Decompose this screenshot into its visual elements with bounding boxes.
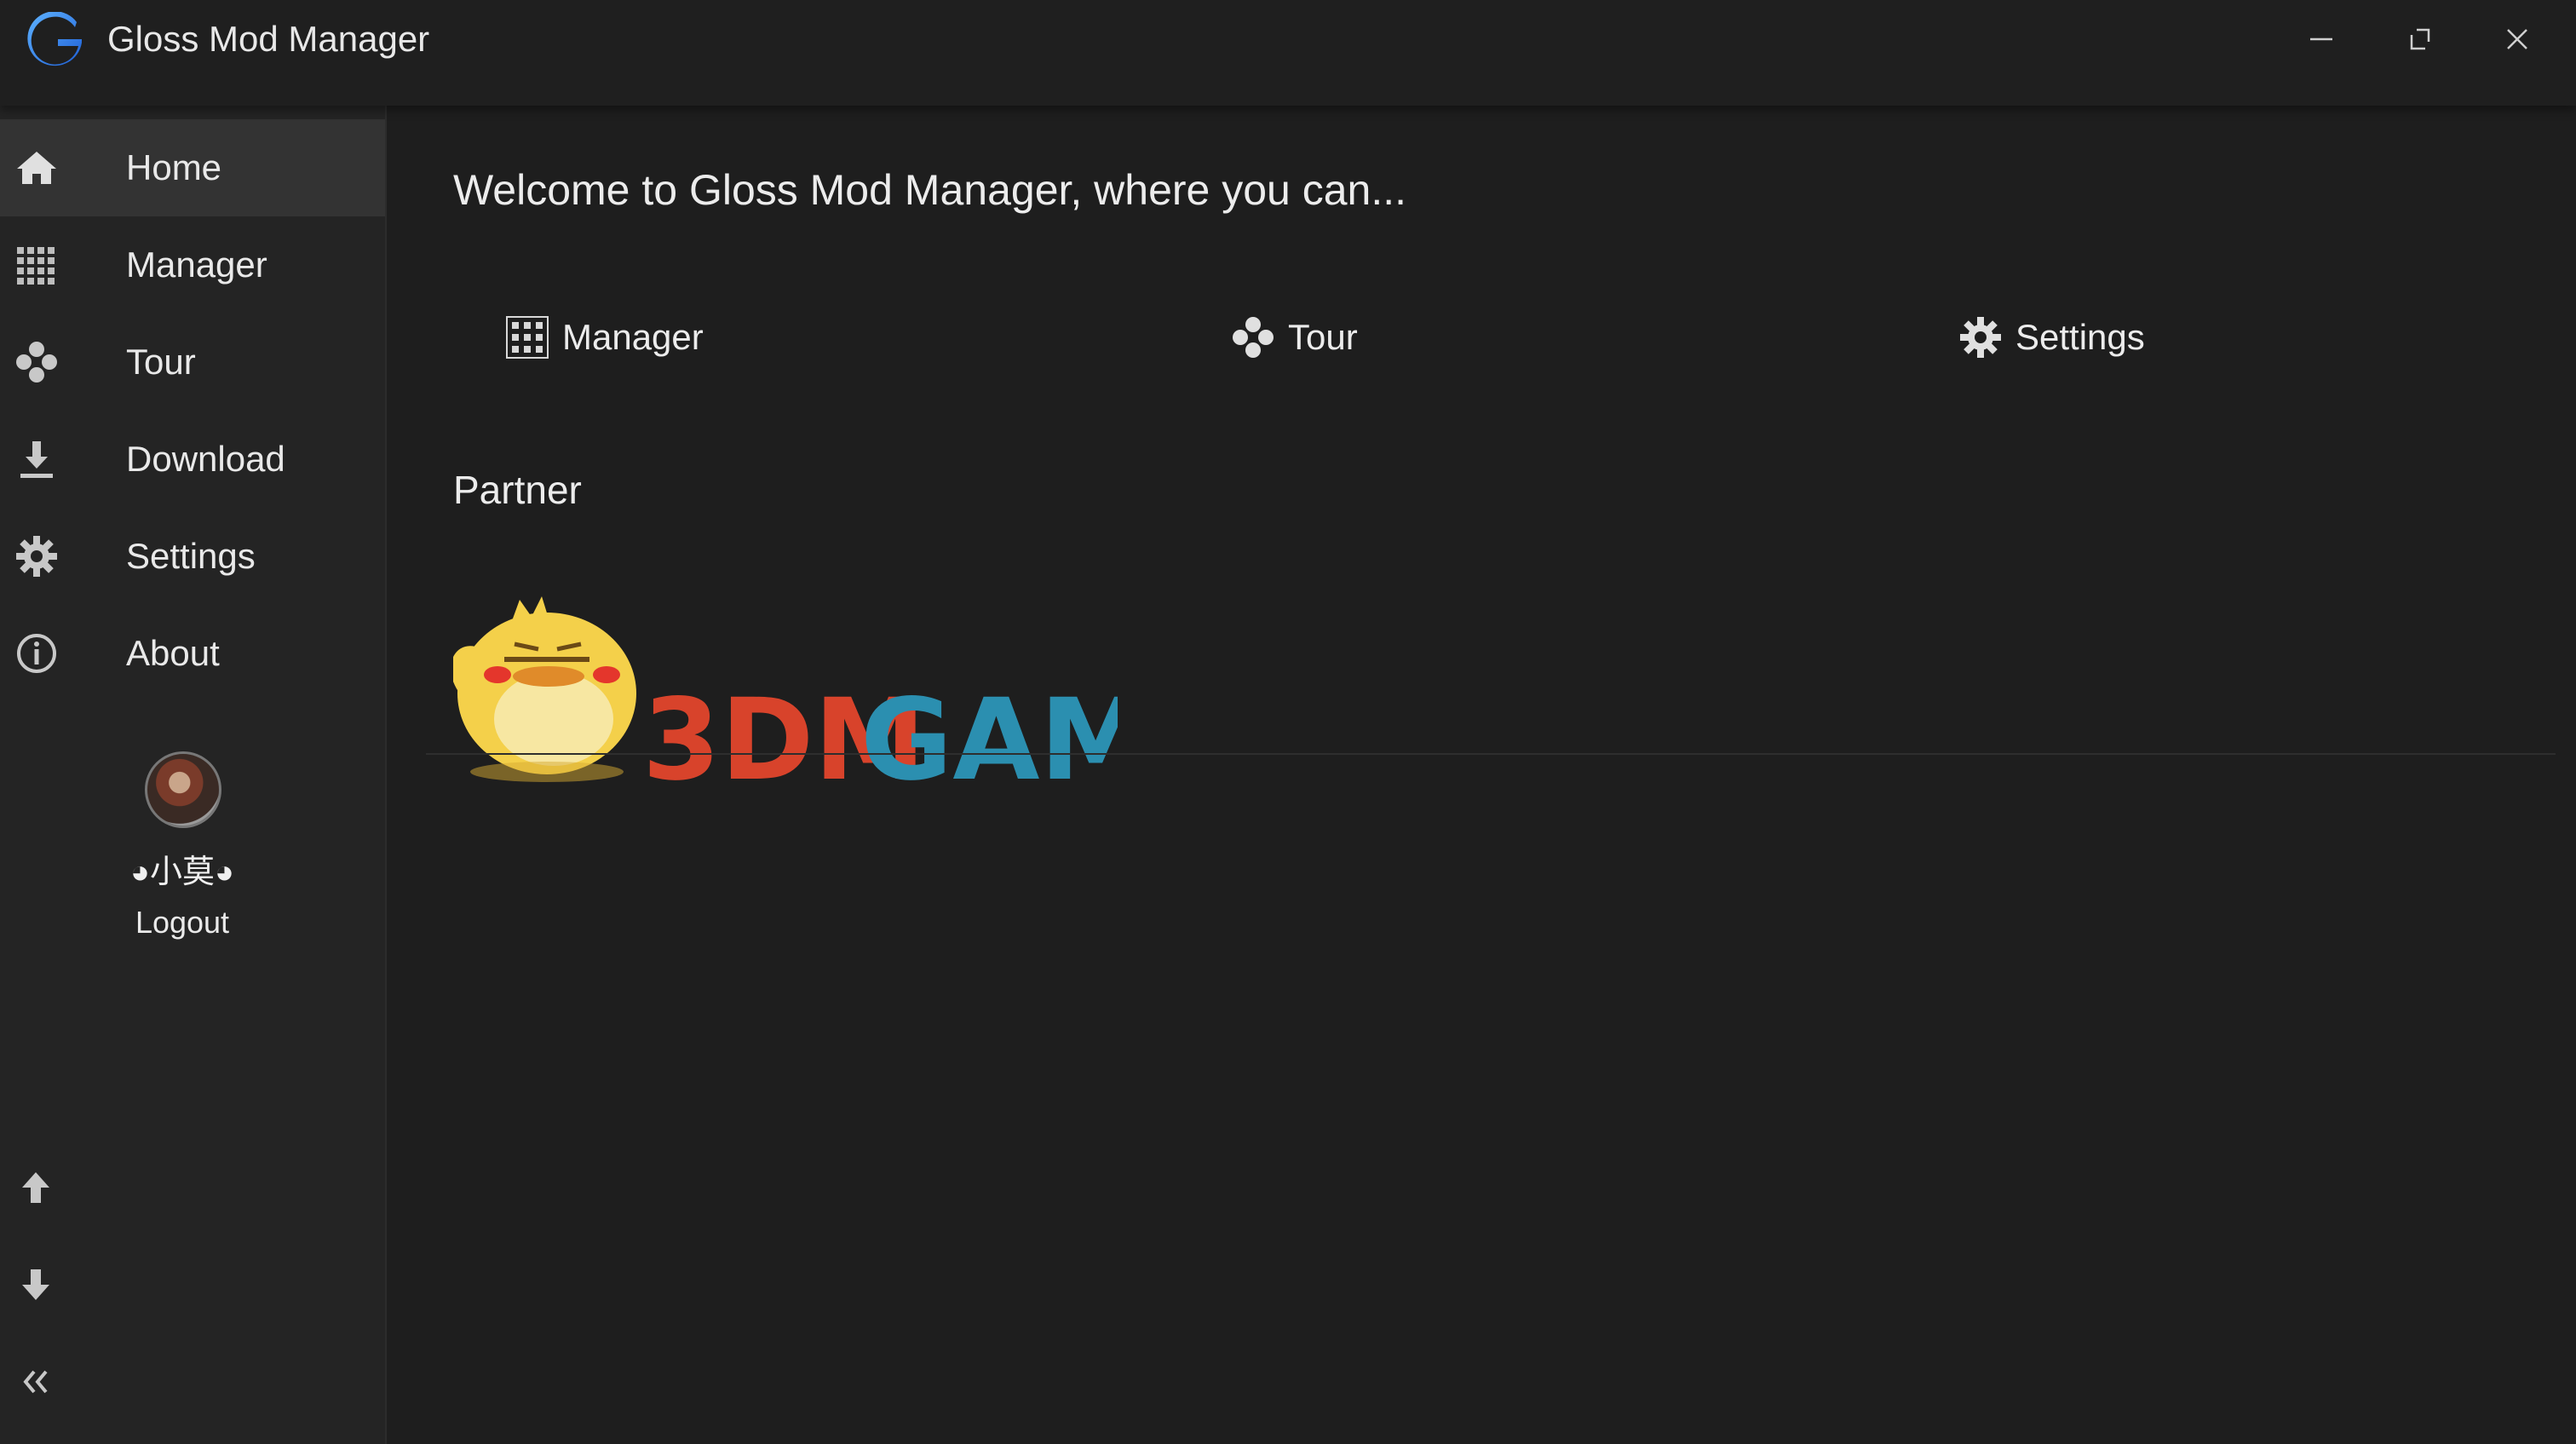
sidebar-item-label: Download bbox=[126, 439, 285, 479]
collapse-sidebar-button[interactable] bbox=[9, 1355, 63, 1409]
sidebar-item-label: Home bbox=[126, 147, 222, 187]
arrow-up-icon bbox=[22, 1172, 49, 1203]
sidebar-item-settings[interactable]: Settings bbox=[0, 508, 385, 605]
gear-icon bbox=[1960, 317, 2001, 358]
sidebar-item-download[interactable]: Download bbox=[0, 411, 385, 508]
username: ◕小莫◕ bbox=[130, 854, 234, 890]
sidebar-item-manager[interactable]: Manager bbox=[0, 216, 385, 314]
partner-logo-3dm-game[interactable]: 3DM GAME bbox=[451, 549, 1228, 830]
app-title: Gloss Mod Manager bbox=[107, 19, 430, 59]
quick-link-label: Tour bbox=[1288, 317, 1358, 357]
partner-heading: Partner bbox=[453, 468, 582, 512]
section-divider bbox=[426, 753, 2556, 755]
user-profile: ◕小莫◕ Logout bbox=[0, 745, 365, 958]
minimize-icon bbox=[2310, 37, 2332, 41]
title-bar: Gloss Mod Manager bbox=[0, 0, 2576, 106]
sidebar-item-home[interactable]: Home bbox=[0, 119, 385, 216]
3dm-game-logo: 3DM GAME bbox=[451, 596, 1228, 806]
download-icon bbox=[20, 441, 53, 478]
quick-link-label: Settings bbox=[2015, 317, 2145, 357]
close-button[interactable] bbox=[2479, 12, 2556, 66]
sidebar-item-label: Tour bbox=[126, 342, 196, 382]
gear-icon bbox=[16, 536, 57, 577]
logout-link[interactable]: Logout bbox=[0, 905, 365, 941]
sidebar-item-label: Manager bbox=[126, 245, 267, 285]
quick-link-label: Manager bbox=[562, 317, 704, 357]
sidebar-item-label: About bbox=[126, 633, 220, 673]
grid-icon bbox=[506, 316, 549, 359]
maximize-icon bbox=[2410, 28, 2430, 50]
gloss-g-logo-icon bbox=[27, 12, 82, 66]
quick-link-manager[interactable]: Manager bbox=[504, 303, 704, 371]
main-content: Welcome to Gloss Mod Manager, where you … bbox=[387, 106, 2576, 1444]
close-icon bbox=[2507, 29, 2527, 49]
gamepad-icon bbox=[1233, 317, 1274, 358]
home-icon bbox=[17, 152, 56, 184]
scroll-up-button[interactable] bbox=[9, 1160, 63, 1215]
sidebar-item-label: Settings bbox=[126, 536, 256, 576]
grid-icon bbox=[17, 247, 55, 285]
maximize-button[interactable] bbox=[2381, 12, 2458, 66]
sidebar-item-about[interactable]: About bbox=[0, 605, 385, 702]
arrow-down-icon bbox=[22, 1269, 49, 1300]
collapse-icon bbox=[23, 1370, 48, 1394]
info-icon bbox=[17, 634, 56, 673]
quick-link-settings[interactable]: Settings bbox=[1958, 303, 2145, 371]
gamepad-icon bbox=[16, 342, 57, 383]
minimize-button[interactable] bbox=[2283, 12, 2360, 66]
sidebar-item-tour[interactable]: Tour bbox=[0, 314, 385, 411]
sidebar: Home Manager Tour Download Settings Abou… bbox=[0, 106, 387, 1444]
avatar[interactable] bbox=[145, 751, 221, 828]
welcome-heading: Welcome to Gloss Mod Manager, where you … bbox=[453, 166, 1407, 214]
partner-logo-text-game: GAME bbox=[860, 675, 1118, 806]
quick-link-tour[interactable]: Tour bbox=[1230, 303, 1358, 371]
scroll-down-button[interactable] bbox=[9, 1257, 63, 1312]
